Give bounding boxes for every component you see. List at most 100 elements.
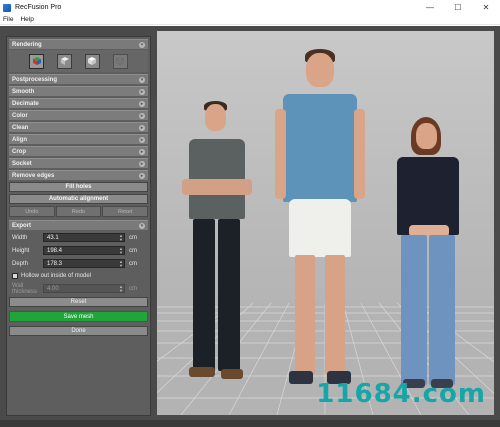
title-bar: RecFusion Pro — ☐ ✕: [0, 0, 500, 15]
done-button[interactable]: Done: [9, 326, 148, 336]
render-mode-solid[interactable]: [84, 53, 100, 69]
depth-value: 178.3: [47, 260, 63, 267]
depth-input[interactable]: 178.3 ▲ ▼: [43, 259, 125, 268]
menu-bar: File Help: [0, 15, 500, 25]
expand-icon[interactable]: ▸: [139, 113, 145, 119]
spinner-icon[interactable]: ▲ ▼: [119, 260, 123, 268]
depth-label: Depth: [12, 260, 29, 267]
app-body: Rendering ▾ Postprocessing ▾ Smooth ▸ De…: [0, 26, 500, 420]
step-label: Align: [12, 136, 27, 143]
export-header[interactable]: Export ▾: [9, 220, 148, 230]
person-leg-right: [218, 219, 240, 371]
person-shoe: [221, 369, 243, 379]
step-clean[interactable]: Clean ▸: [9, 122, 148, 132]
undo-button[interactable]: Undo: [9, 206, 55, 217]
fill-holes-button[interactable]: Fill holes: [9, 182, 148, 192]
step-label: Color: [12, 112, 28, 119]
wall-thickness-unit: cm: [129, 285, 137, 292]
3d-viewport[interactable]: 11684.com: [157, 31, 494, 415]
status-bar: [0, 420, 500, 427]
menu-help[interactable]: Help: [20, 16, 33, 23]
expand-icon[interactable]: ▸: [139, 161, 145, 167]
step-crop[interactable]: Crop ▸: [9, 146, 148, 156]
step-label: Decimate: [12, 100, 39, 107]
person-head: [205, 104, 226, 131]
window-title: RecFusion Pro: [15, 4, 62, 11]
step-smooth[interactable]: Smooth ▸: [9, 86, 148, 96]
render-mode-shaded[interactable]: [57, 53, 73, 69]
person-arms: [182, 179, 252, 195]
render-mode-wireframe[interactable]: [112, 53, 128, 69]
history-controls: Undo Redo Reset: [9, 206, 149, 217]
height-row: Height 198.4 ▲ ▼ cm: [9, 245, 148, 256]
collapse-icon[interactable]: ▾: [139, 42, 145, 48]
scanned-person-center: [275, 49, 365, 409]
minimize-button[interactable]: —: [416, 0, 444, 15]
save-mesh-button[interactable]: Save mesh: [9, 311, 148, 322]
export-section: Width 43.1 ▲ ▼ cm Height 198.4 ▲ ▼ cm Depth …: [9, 232, 148, 295]
step-label: Remove edges: [12, 172, 55, 179]
reset-export-button[interactable]: Reset: [9, 297, 148, 307]
expand-icon[interactable]: ▸: [139, 137, 145, 143]
step-remove-edges[interactable]: Remove edges ▸: [9, 170, 148, 180]
wall-thickness-row: Wall thickness 4.00 ▲ ▼ cm: [9, 282, 148, 295]
width-value: 43.1: [47, 234, 59, 241]
color-cube-icon: [32, 57, 41, 65]
person-leg-right: [429, 235, 455, 385]
height-unit: cm: [129, 247, 137, 254]
expand-icon[interactable]: ▸: [139, 101, 145, 107]
maximize-button[interactable]: ☐: [444, 0, 472, 15]
rendering-header[interactable]: Rendering ▾: [9, 39, 148, 49]
step-label: Smooth: [12, 88, 35, 95]
wall-thickness-label: Wall thickness: [12, 282, 38, 295]
step-align[interactable]: Align ▸: [9, 134, 148, 144]
depth-row: Depth 178.3 ▲ ▼ cm: [9, 258, 148, 269]
height-input[interactable]: 198.4 ▲ ▼: [43, 246, 125, 255]
solid-cube-icon: [88, 57, 97, 65]
step-decimate[interactable]: Decimate ▸: [9, 98, 148, 108]
hollow-checkbox[interactable]: [12, 273, 18, 279]
expand-icon[interactable]: ▸: [139, 125, 145, 131]
spinner-icon[interactable]: ▲ ▼: [119, 247, 123, 255]
width-label: Width: [12, 234, 28, 241]
automatic-alignment-button[interactable]: Automatic alignment: [9, 194, 148, 204]
spinner-icon[interactable]: ▲ ▼: [119, 234, 123, 242]
shaded-cube-icon: [60, 57, 69, 65]
wall-thickness-input[interactable]: 4.00 ▲ ▼: [43, 284, 125, 293]
expand-icon[interactable]: ▸: [139, 173, 145, 179]
render-mode-row: [9, 50, 148, 72]
expand-icon[interactable]: ▸: [139, 89, 145, 95]
hollow-option[interactable]: Hollow out inside of model: [9, 271, 148, 281]
step-label: Clean: [12, 124, 29, 131]
watermark: 11684.com: [316, 379, 486, 409]
person-shoe: [189, 367, 215, 377]
postprocessing-header-label: Postprocessing: [12, 76, 58, 83]
person-shirt: [397, 157, 459, 235]
person-shoe: [289, 371, 313, 384]
person-leg-left: [295, 255, 315, 375]
person-arm-left: [275, 109, 286, 199]
collapse-icon[interactable]: ▾: [139, 77, 145, 83]
height-value: 198.4: [47, 247, 63, 254]
step-socket[interactable]: Socket ▸: [9, 158, 148, 168]
step-label: Crop: [12, 148, 26, 155]
menu-file[interactable]: File: [3, 16, 13, 23]
person-head: [306, 53, 334, 87]
spinner-icon[interactable]: ▲ ▼: [119, 285, 123, 293]
person-leg-right: [325, 255, 345, 375]
close-button[interactable]: ✕: [472, 0, 500, 15]
scanned-person-left: [177, 101, 257, 401]
person-leg-left: [193, 219, 215, 371]
width-input[interactable]: 43.1 ▲ ▼: [43, 233, 125, 242]
step-color[interactable]: Color ▸: [9, 110, 148, 120]
expand-icon[interactable]: ▸: [139, 149, 145, 155]
redo-button[interactable]: Redo: [55, 206, 102, 217]
hollow-label: Hollow out inside of model: [21, 273, 92, 279]
collapse-icon[interactable]: ▾: [139, 223, 145, 229]
scanned-person-right: [389, 117, 469, 407]
render-mode-color[interactable]: [29, 53, 45, 69]
export-header-label: Export: [12, 222, 32, 229]
postprocessing-header[interactable]: Postprocessing ▾: [9, 74, 148, 84]
reset-postprocessing-button[interactable]: Reset: [102, 206, 149, 217]
rendering-header-label: Rendering: [12, 41, 42, 48]
